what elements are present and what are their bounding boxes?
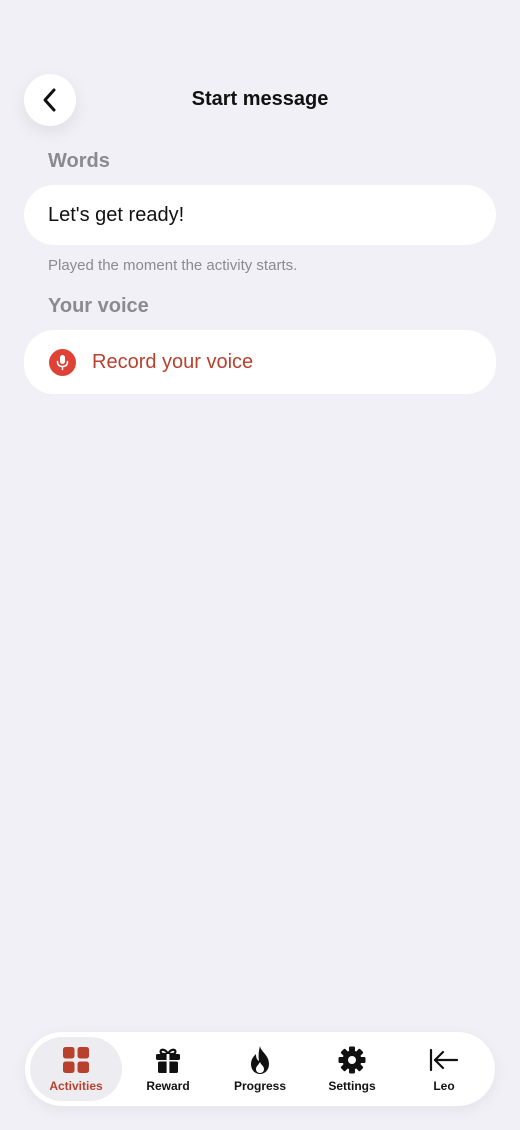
tab-leo[interactable]: Leo <box>398 1037 490 1101</box>
tab-reward[interactable]: Reward <box>122 1037 214 1101</box>
tab-progress[interactable]: Progress <box>214 1037 306 1101</box>
tab-activities-label: Activities <box>49 1079 103 1093</box>
record-voice-button[interactable]: Record your voice <box>24 330 496 394</box>
flame-icon <box>248 1045 272 1075</box>
words-field[interactable]: Let's get ready! <box>24 185 496 245</box>
tab-progress-label: Progress <box>233 1079 287 1093</box>
tab-settings[interactable]: Settings <box>306 1037 398 1101</box>
tab-reward-label: Reward <box>146 1079 190 1093</box>
arrow-left-bar-icon <box>429 1045 459 1075</box>
tab-activities[interactable]: Activities <box>30 1037 122 1101</box>
voice-section-label: Your voice <box>48 295 149 317</box>
tab-settings-label: Settings <box>328 1079 376 1093</box>
tab-bar: Activities Reward Progress Settings Leo <box>25 1032 495 1106</box>
record-voice-label: Record your voice <box>92 350 254 373</box>
tab-leo-label: Leo <box>433 1079 455 1093</box>
words-hint: Played the moment the activity starts. <box>48 257 298 274</box>
words-value: Let's get ready! <box>48 203 185 226</box>
page-title: Start message <box>191 88 329 110</box>
microphone-icon <box>49 348 76 376</box>
grid-icon <box>63 1045 89 1075</box>
gear-icon <box>338 1045 366 1075</box>
screen: Start message Words Let's get ready! Pla… <box>0 0 520 1130</box>
gift-icon <box>154 1045 182 1075</box>
words-section-label: Words <box>48 150 110 172</box>
